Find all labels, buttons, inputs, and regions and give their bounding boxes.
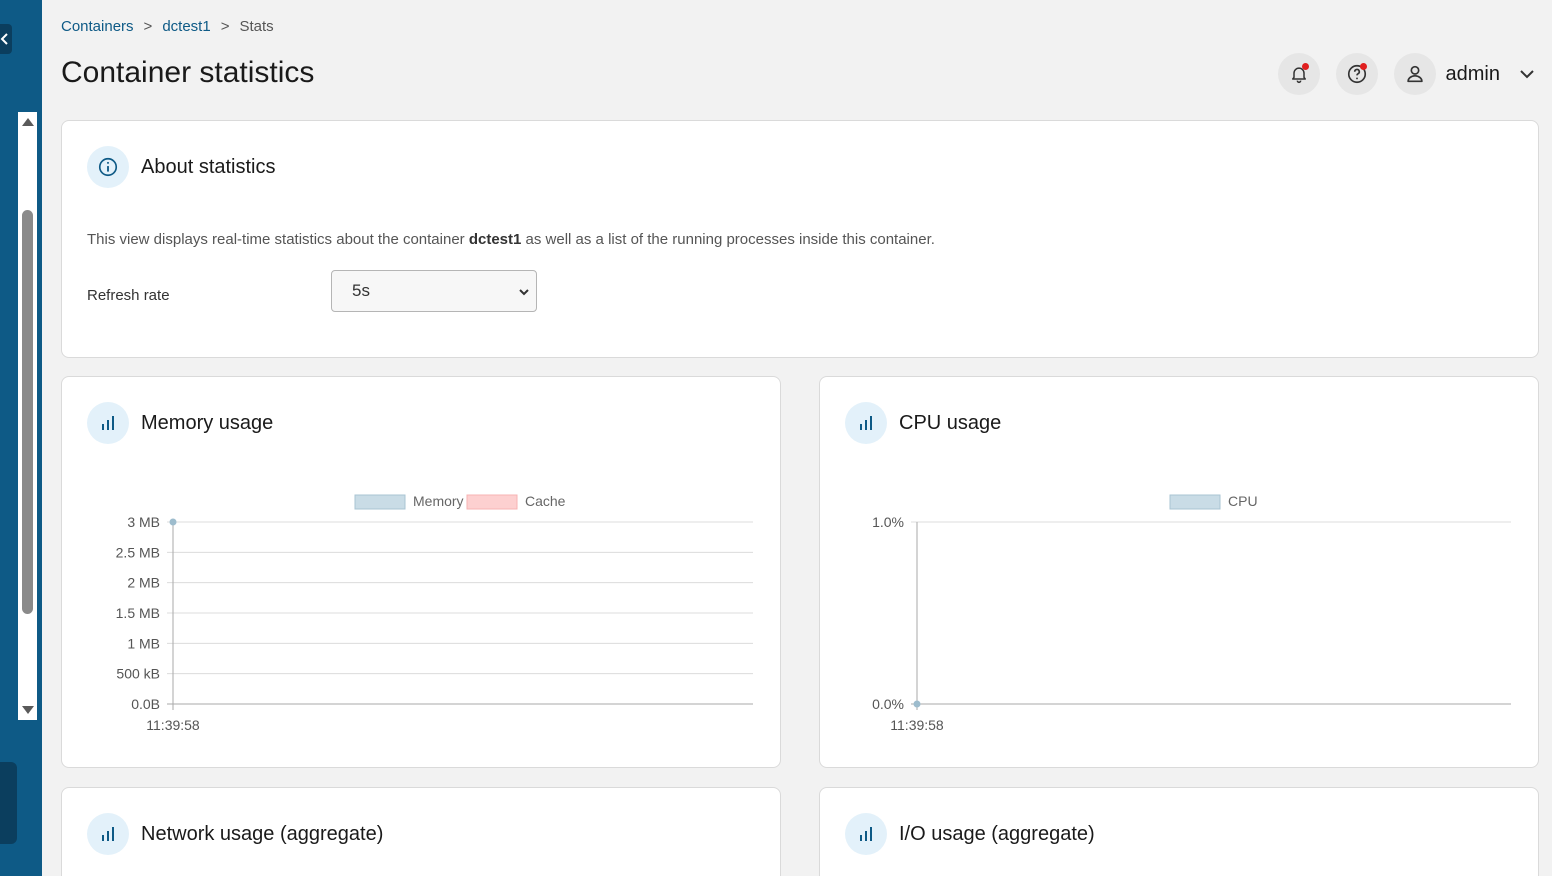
y-tick-label: 1.0% (872, 514, 904, 530)
refresh-rate-label: Refresh rate (87, 287, 170, 304)
user-menu[interactable]: admin (1393, 53, 1536, 95)
user-icon (1406, 65, 1423, 83)
user-avatar (1393, 53, 1436, 95)
about-container-name: dctest1 (468, 231, 522, 248)
legend-swatch (466, 494, 518, 510)
bar-chart-icon (102, 827, 114, 841)
info-icon-circle (87, 146, 129, 188)
about-description: This view displays real-time statistics … (87, 231, 935, 248)
legend-swatch (1169, 494, 1221, 510)
sidebar-scrollbar[interactable] (18, 112, 37, 720)
legend-label: CPU (1228, 493, 1258, 509)
chart-icon-circle (87, 813, 129, 855)
card-header: I/O usage (aggregate) (845, 813, 1095, 855)
y-tick-label: 500 kB (116, 666, 160, 682)
data-point (169, 518, 177, 526)
breadcrumb: Containers > dctest1 > Stats (61, 18, 274, 35)
memory-usage-card: Memory usage Memory Cache 3 MB 2.5 MB 2 MB 1.… (61, 376, 781, 768)
breadcrumb-separator: > (220, 18, 230, 35)
sidebar (0, 0, 42, 876)
memory-chart: Memory Cache 3 MB 2.5 MB 2 MB 1.5 MB 1 MB 500 k… (116, 493, 753, 733)
breadcrumb-current: Stats (239, 18, 274, 35)
legend-label: Memory (413, 493, 464, 509)
breadcrumb-container-link[interactable]: dctest1 (162, 18, 210, 35)
help-dot (1359, 63, 1367, 70)
sidebar-footer-block (0, 762, 17, 844)
collapse-sidebar-button[interactable] (0, 24, 12, 54)
breadcrumb-containers-link[interactable]: Containers (61, 18, 134, 35)
bar-chart-icon (860, 827, 872, 841)
legend-swatch (354, 494, 406, 510)
header-actions: admin (1277, 53, 1536, 95)
y-tick-label: 2 MB (127, 575, 160, 591)
refresh-rate-value: 5s (352, 281, 370, 300)
chevron-down-icon (1520, 70, 1534, 79)
y-tick-label: 0.0% (872, 696, 904, 712)
x-tick-label: 11:39:58 (146, 717, 200, 733)
scrollbar-thumb[interactable] (22, 210, 33, 614)
page-title: Container statistics (61, 56, 315, 89)
data-point (913, 700, 921, 708)
card-title: About statistics (141, 155, 276, 178)
breadcrumb-separator: > (143, 18, 153, 35)
chart-icon-circle (845, 813, 887, 855)
scroll-down-arrow-icon[interactable] (22, 706, 34, 714)
chevron-left-icon (0, 33, 8, 45)
y-tick-label: 3 MB (127, 514, 160, 530)
y-tick-label: 1 MB (127, 635, 160, 651)
scroll-up-arrow-icon[interactable] (22, 118, 34, 126)
card-header: About statistics (87, 146, 276, 188)
cpu-usage-card: CPU usage CPU 1.0% 0.0% 11:39:58 (819, 376, 1539, 768)
network-usage-card: Network usage (aggregate) (61, 787, 781, 876)
io-usage-card: I/O usage (aggregate) (819, 787, 1539, 876)
card-title: Network usage (aggregate) (141, 822, 384, 845)
info-icon (98, 157, 118, 177)
chevron-down-icon (519, 289, 529, 296)
notification-dot (1301, 63, 1309, 70)
notifications-button[interactable] (1277, 53, 1320, 95)
y-tick-label: 1.5 MB (116, 605, 160, 621)
about-statistics-card: About statistics This view displays real… (61, 120, 1539, 358)
card-title: I/O usage (aggregate) (899, 822, 1095, 845)
cpu-chart: CPU 1.0% 0.0% 11:39:58 (872, 493, 1511, 733)
refresh-rate-select[interactable]: 5s (331, 270, 537, 312)
about-text-before: This view displays real-time statistics … (87, 231, 469, 248)
help-button[interactable] (1335, 53, 1378, 95)
card-header: Network usage (aggregate) (87, 813, 383, 855)
user-name: admin (1445, 62, 1500, 85)
y-tick-label: 2.5 MB (116, 544, 160, 560)
legend-label: Cache (525, 493, 566, 509)
about-text-after: as well as a list of the running process… (521, 231, 935, 248)
x-tick-label: 11:39:58 (890, 717, 944, 733)
y-tick-label: 0.0B (131, 696, 160, 712)
